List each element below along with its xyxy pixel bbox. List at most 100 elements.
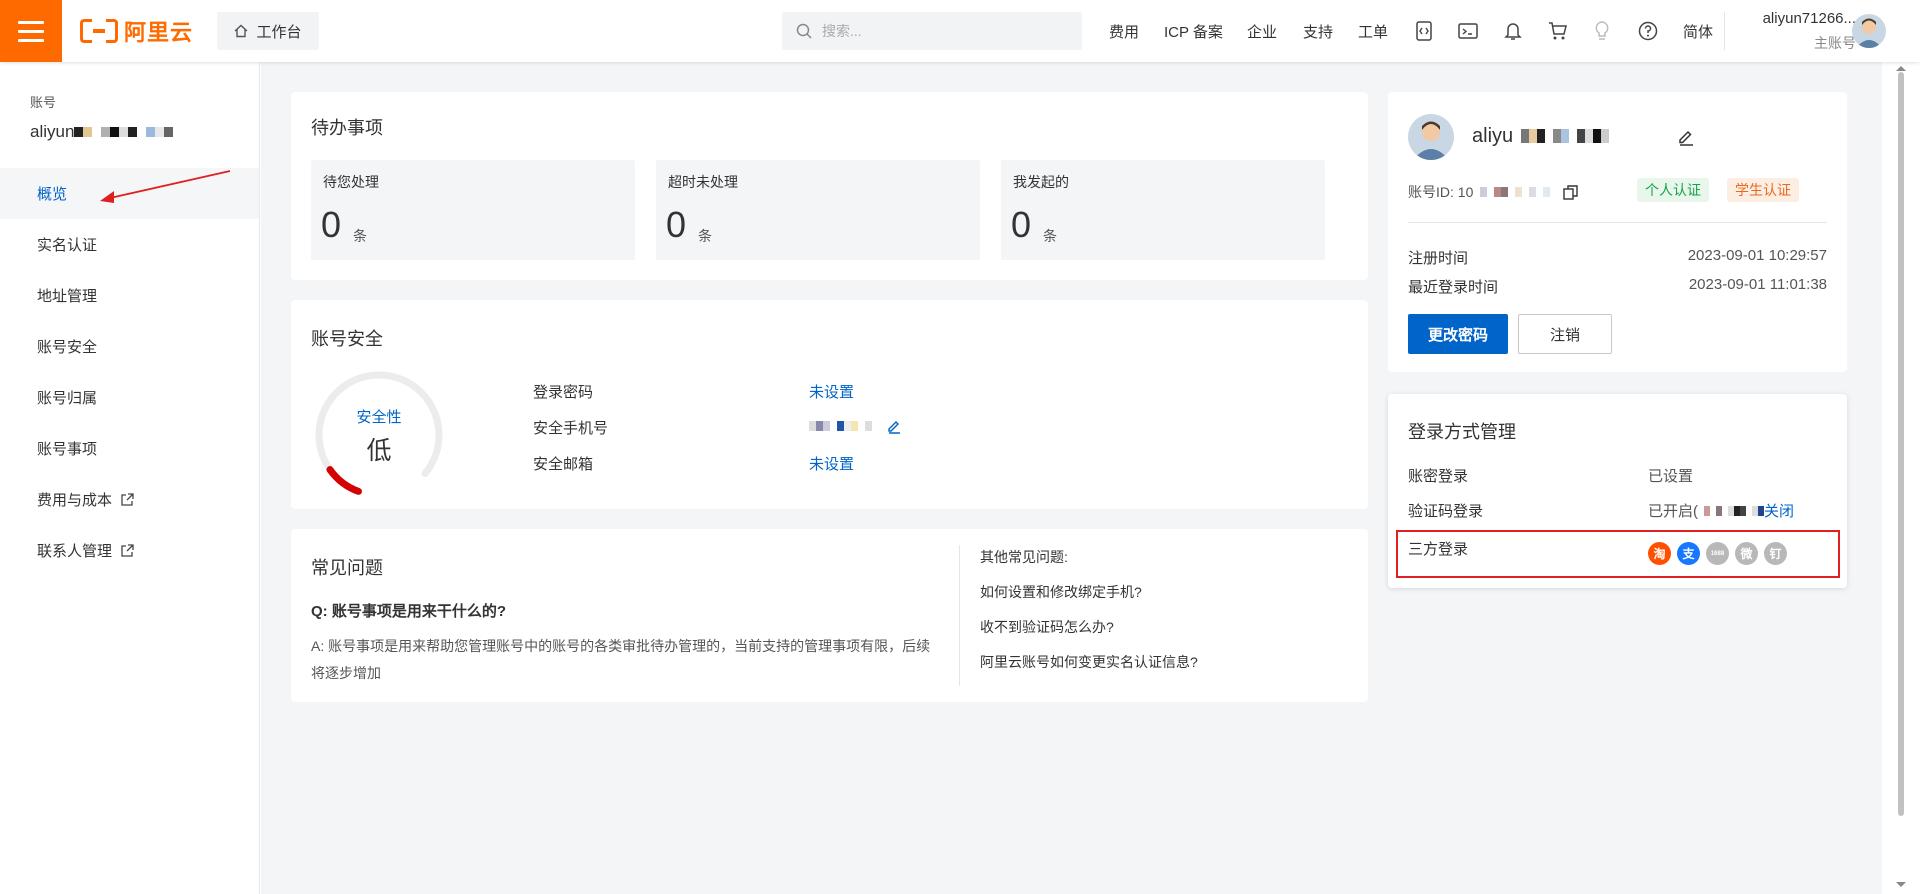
password-login-label: 账密登录 [1408,468,1469,485]
faq-card: 常见问题 Q: 账号事项是用来干什么的? A: 账号事项是用来帮助您管理账号中的… [291,529,1368,702]
nav-icp[interactable]: ICP 备案 [1164,0,1223,62]
account-id: 账号ID: 10 [1408,182,1579,202]
sidebar-item-matters[interactable]: 账号事项 [0,423,259,474]
faq-link-phone[interactable]: 如何设置和修改绑定手机? [980,582,1142,602]
language-switch[interactable]: 简体 [1683,0,1713,62]
nav-fees[interactable]: 费用 [1109,0,1139,62]
user-menu[interactable]: aliyun71266... 主账号 [1738,10,1856,53]
login-management-card: 登录方式管理 账密登录 已设置 验证码登录 已开启( 关闭 三方登录 淘 支 1… [1388,394,1847,588]
external-link-icon [121,543,134,557]
change-password-button[interactable]: 更改密码 [1408,314,1508,354]
third-party-icons: 淘 支 1688 微 钉 [1648,542,1787,565]
sidebar-nav: 概览 实名认证 地址管理 账号安全 账号归属 账号事项 费用与成本 联系人管理 [0,168,259,576]
help-icon[interactable] [1636,19,1660,43]
edit-icon[interactable] [1677,128,1695,146]
cart-icon[interactable] [1546,19,1570,43]
user-role: 主账号 [1814,35,1856,51]
faq-other-title: 其他常见问题: [980,549,1068,565]
search-icon [796,23,812,39]
code-login-close-link[interactable]: 关闭 [1764,500,1794,521]
register-time-label: 注册时间 [1408,250,1469,267]
todo-overdue[interactable]: 超时未处理 0 条 [656,160,980,260]
workbench-button[interactable]: 工作台 [217,12,319,50]
nav-enterprise[interactable]: 企业 [1247,0,1277,62]
faq-link-realname[interactable]: 阿里云账号如何变更实名认证信息? [980,652,1198,672]
profile-name: aliyu [1472,124,1610,148]
external-link-icon [121,492,134,506]
third-party-login-label: 三方登录 [1408,541,1469,558]
login-management-title: 登录方式管理 [1408,422,1516,442]
gauge-label: 安全性 [356,409,402,426]
sidebar-item-address[interactable]: 地址管理 [0,270,259,321]
logo-mark [80,19,118,43]
faq-title: 常见问题 [311,558,383,578]
todo-card: 待办事项 待您处理 0 条 超时未处理 0 条 我发起的 0 条 [291,92,1368,280]
security-phone-value [809,417,902,435]
aliyun-logo[interactable]: 阿里云 [80,17,193,45]
todo-title: 待办事项 [311,118,383,138]
sidebar-item-security[interactable]: 账号安全 [0,321,259,372]
alipay-icon[interactable]: 支 [1677,542,1700,565]
faq-answer: A: 账号事项是用来帮助您管理账号中的账号的各类审批待办管理的，当前支持的管理事… [311,638,931,681]
login-password-set-link[interactable]: 未设置 [809,381,854,402]
terminal-icon[interactable] [1456,19,1480,43]
sidebar-account-name: aliyun [30,122,174,142]
dingtalk-icon[interactable]: 钉 [1764,542,1787,565]
code-icon[interactable] [1412,19,1436,43]
taobao-icon[interactable]: 淘 [1648,542,1671,565]
home-icon [235,24,248,38]
profile-card: aliyu 账号ID: 10 个人认证 学生认证 注册时间 2023-09-01… [1388,92,1847,372]
annotation-arrow [100,170,231,203]
faq-question: Q: 账号事项是用来干什么的? [311,603,506,620]
security-card: 账号安全 安全性 低 登录密码 未设置 安全手机号 安全邮箱 未设置 [291,300,1368,509]
main-content: 待办事项 待您处理 0 条 超时未处理 0 条 我发起的 0 条 账号安全 安全… [261,62,1882,894]
logo-text: 阿里云 [124,20,194,45]
menu-icon[interactable] [0,0,62,62]
search-input[interactable] [822,23,1062,39]
avatar[interactable] [1852,14,1886,48]
security-phone-label: 安全手机号 [533,420,609,437]
nav-ticket[interactable]: 工单 [1358,0,1388,62]
last-login-label: 最近登录时间 [1408,279,1499,296]
code-login-label: 验证码登录 [1408,503,1484,520]
sidebar-item-ownership[interactable]: 账号归属 [0,372,259,423]
login-password-label: 登录密码 [533,384,594,401]
scroll-up-arrow[interactable] [1896,66,1906,71]
sidebar-item-realname[interactable]: 实名认证 [0,219,259,270]
personal-verification-badge[interactable]: 个人认证 [1637,178,1709,202]
deactivate-button[interactable]: 注销 [1518,314,1612,354]
redacted-mosaic [1698,502,1764,520]
faq-link-code[interactable]: 收不到验证码怎么办? [980,617,1114,637]
top-bar: 阿里云 工作台 费用 ICP 备案 企业 支持 工单 简体 aliyun7126… [0,0,1920,62]
scroll-down-arrow[interactable] [1896,882,1906,887]
workbench-label: 工作台 [256,23,302,41]
weibo-icon[interactable]: 微 [1735,542,1758,565]
redacted-mosaic [1513,124,1610,148]
nav-support[interactable]: 支持 [1303,0,1333,62]
sidebar-item-cost[interactable]: 费用与成本 [0,474,259,525]
sidebar-account-prefix: aliyun [30,122,75,141]
security-email-set-link[interactable]: 未设置 [809,453,854,474]
edit-icon[interactable] [886,418,902,434]
scrollbar-thumb[interactable] [1898,72,1904,816]
sidebar-item-contacts[interactable]: 联系人管理 [0,525,259,576]
redacted-mosaic [809,417,872,435]
todo-pending[interactable]: 待您处理 0 条 [311,160,635,260]
gauge-level: 低 [366,437,392,465]
password-login-status: 已设置 [1648,468,1694,485]
last-login-value: 2023-09-01 11:01:38 [1688,276,1827,293]
topbar-divider [1724,12,1725,50]
student-verification-badge[interactable]: 学生认证 [1727,178,1799,202]
1688-icon[interactable]: 1688 [1706,542,1729,565]
avatar [1408,114,1454,160]
redacted-mosaic [1473,183,1558,201]
code-login-status: 已开启( 关闭 [1648,500,1794,521]
bell-icon[interactable] [1501,19,1525,43]
search-box[interactable] [782,12,1082,50]
copy-icon[interactable] [1563,184,1579,200]
profile-divider [1408,222,1827,223]
todo-initiated[interactable]: 我发起的 0 条 [1001,160,1325,260]
user-name: aliyun71266... [1762,10,1856,27]
lightbulb-icon[interactable] [1590,19,1614,43]
redacted-mosaic [74,123,174,141]
